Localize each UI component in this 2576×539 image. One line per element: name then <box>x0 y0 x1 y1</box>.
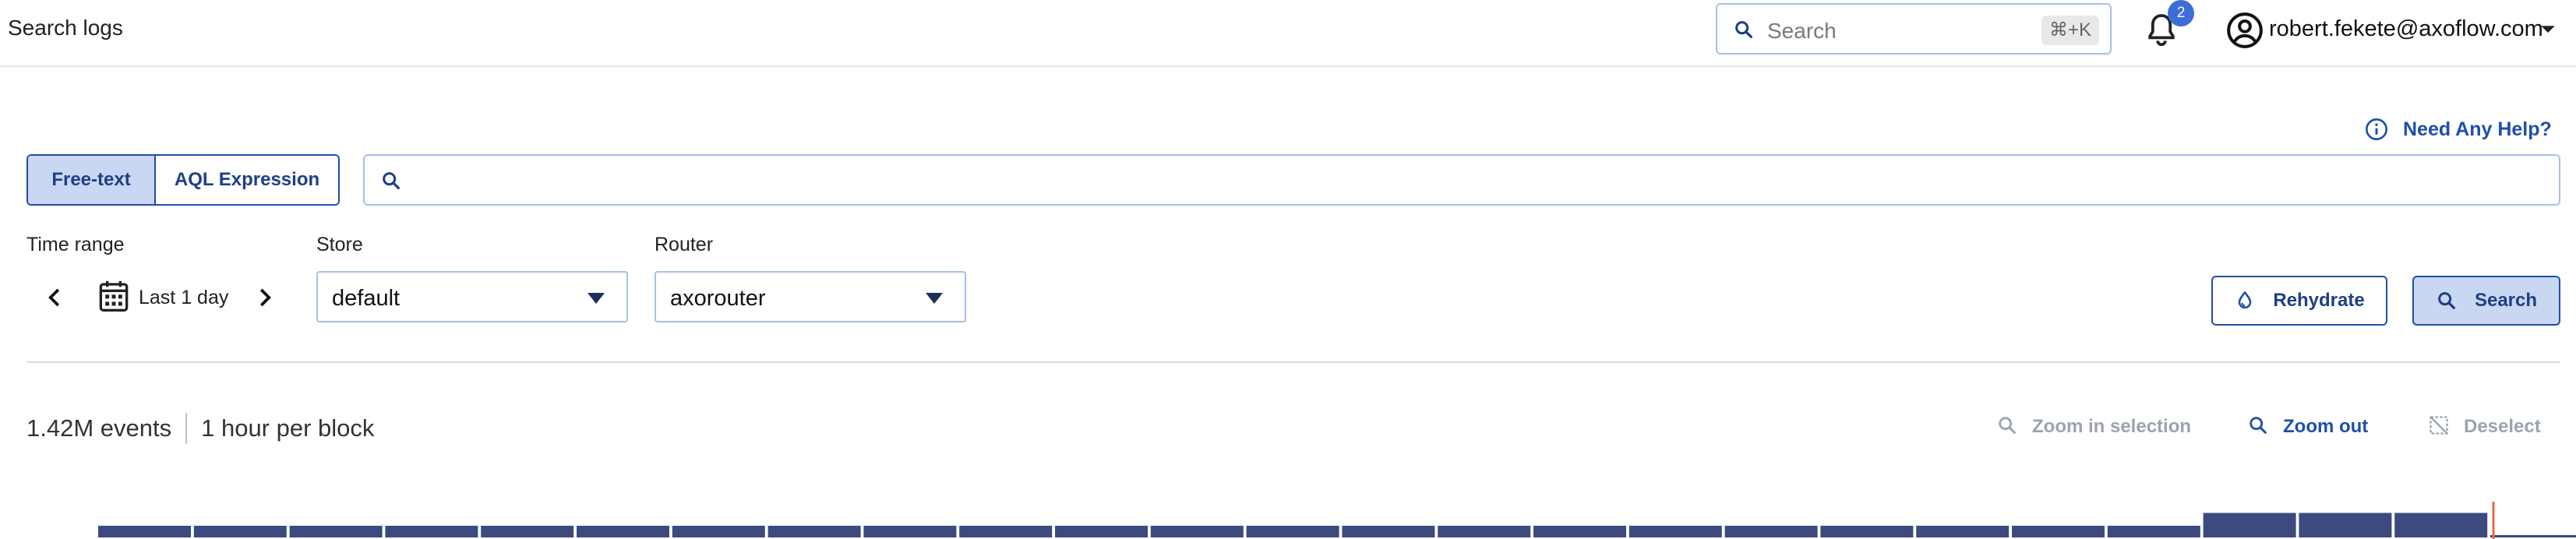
stats-separator <box>185 413 188 444</box>
histogram-bar[interactable] <box>1055 526 1148 537</box>
shortcut-badge: ⌘+K <box>2041 16 2099 45</box>
rehydrate-label: Rehydrate <box>2273 290 2365 311</box>
histogram-bar[interactable] <box>1342 526 1435 537</box>
section-divider <box>26 361 2560 363</box>
dropdown-caret-icon <box>926 293 943 304</box>
help-label: Need Any Help? <box>2403 118 2552 140</box>
time-range-label: Time range <box>26 234 125 255</box>
info-icon <box>2366 118 2387 140</box>
histogram-bar[interactable] <box>2203 513 2296 538</box>
histogram-stats: 1.42M events 1 hour per block <box>26 413 374 444</box>
time-range-value[interactable]: Last 1 day <box>139 287 228 309</box>
histogram-bar[interactable] <box>1438 526 1531 537</box>
chevron-down-icon <box>2541 26 2555 33</box>
user-avatar-icon <box>2227 12 2263 48</box>
histogram-bar[interactable] <box>2299 513 2392 538</box>
rehydrate-button[interactable]: Rehydrate <box>2211 276 2387 326</box>
store-label: Store <box>316 234 363 255</box>
store-select[interactable]: default <box>316 271 628 322</box>
search-icon <box>1735 21 1752 38</box>
histogram-bar[interactable] <box>1150 526 1244 537</box>
zoom-out-icon <box>2250 417 2267 434</box>
user-email: robert.fekete@axoflow.com <box>2269 16 2543 41</box>
zoom-out-label: Zoom out <box>2283 416 2369 437</box>
notification-count-badge: 2 <box>2168 0 2194 26</box>
histogram-bar[interactable] <box>385 526 478 537</box>
dropdown-caret-icon <box>588 293 605 304</box>
histogram-bar[interactable] <box>289 526 383 537</box>
water-drop-icon <box>2239 291 2252 309</box>
histogram-bar[interactable] <box>768 526 861 537</box>
top-bar: Search logs Search ⌘+K 2 robert.fekete@a… <box>0 0 2576 67</box>
histogram-bar[interactable] <box>1533 526 1626 537</box>
global-search-placeholder: Search <box>1767 19 1837 43</box>
histogram-bar[interactable] <box>959 526 1053 537</box>
event-count: 1.42M events <box>26 414 172 442</box>
page-title: Search logs <box>8 16 123 40</box>
query-mode-toggle: Free-text AQL Expression <box>26 154 340 206</box>
aql-expression-tab[interactable]: AQL Expression <box>156 156 338 204</box>
histogram-bar[interactable] <box>1246 526 1339 537</box>
block-size: 1 hour per block <box>201 414 375 442</box>
histogram-bar[interactable] <box>2490 535 2576 537</box>
query-input[interactable] <box>363 154 2560 206</box>
chevron-left-icon[interactable] <box>44 284 67 312</box>
event-histogram[interactable] <box>0 491 2576 539</box>
histogram-bar[interactable] <box>193 526 287 537</box>
histogram-bar[interactable] <box>672 526 765 537</box>
store-value: default <box>332 286 401 311</box>
histogram-bar[interactable] <box>577 526 669 537</box>
histogram-bar[interactable] <box>1820 526 1914 537</box>
router-value: axorouter <box>670 286 766 311</box>
zoom-in-icon <box>1999 417 2016 434</box>
deselect-label: Deselect <box>2464 416 2541 437</box>
histogram-bar[interactable] <box>2107 526 2200 537</box>
histogram-bar[interactable] <box>2394 513 2488 538</box>
zoom-in-label: Zoom in selection <box>2032 416 2192 437</box>
histogram-bar[interactable] <box>1916 526 2010 537</box>
histogram-bar[interactable] <box>1724 526 1818 537</box>
histogram-bar[interactable] <box>1629 526 1722 537</box>
free-text-tab[interactable]: Free-text <box>28 156 156 204</box>
search-icon <box>383 172 400 189</box>
search-button[interactable]: Search <box>2412 276 2560 326</box>
global-search[interactable]: Search ⌘+K <box>1716 3 2112 55</box>
histogram-bar[interactable] <box>863 526 957 537</box>
histogram-bar[interactable] <box>481 526 574 537</box>
deselect-icon <box>2430 416 2448 435</box>
router-label: Router <box>655 234 714 255</box>
router-select[interactable]: axorouter <box>655 271 966 322</box>
chevron-right-icon[interactable] <box>252 284 276 312</box>
calendar-icon[interactable] <box>98 279 129 313</box>
search-icon <box>2438 292 2455 309</box>
histogram-bar[interactable] <box>98 526 191 537</box>
search-label: Search <box>2474 290 2538 311</box>
histogram-bar[interactable] <box>2012 526 2105 537</box>
